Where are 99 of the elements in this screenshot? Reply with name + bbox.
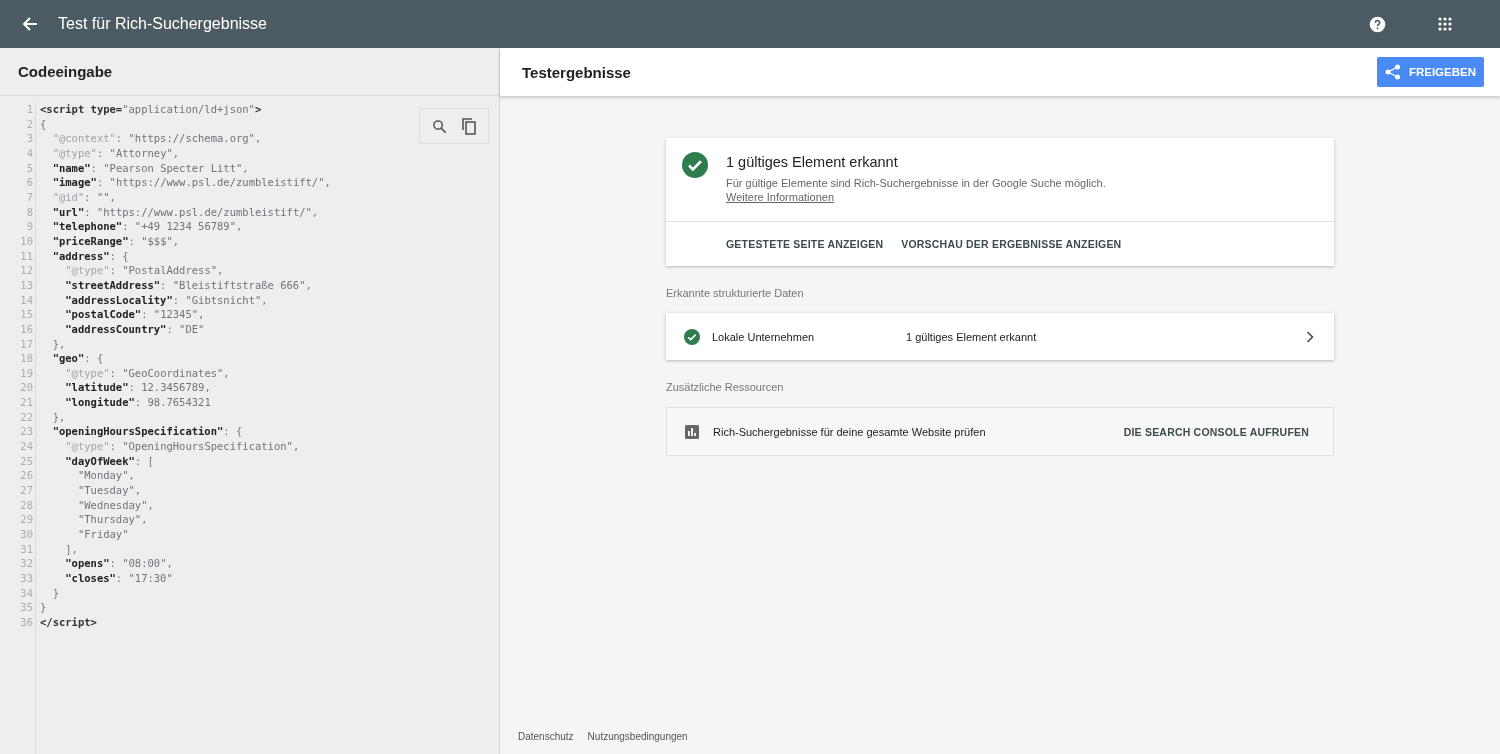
line-number: 24 bbox=[20, 439, 33, 454]
grid-icon bbox=[1438, 17, 1452, 31]
line-number: 1 bbox=[26, 102, 33, 117]
share-icon bbox=[1384, 64, 1401, 80]
code-line: ], bbox=[64, 541, 79, 557]
code-line: "openingHoursSpecification": { bbox=[51, 424, 244, 440]
line-number: 12 bbox=[20, 263, 33, 278]
line-number: 27 bbox=[20, 483, 33, 498]
detected-item-row[interactable]: Lokale Unternehmen 1 gültiges Element erkannt bbox=[666, 313, 1334, 360]
line-number: 16 bbox=[20, 321, 33, 337]
line-number: 21 bbox=[20, 395, 33, 410]
code-line: } bbox=[51, 585, 60, 601]
search-icon bbox=[431, 118, 447, 134]
line-number: 26 bbox=[20, 468, 33, 484]
check-circle-icon bbox=[682, 152, 708, 178]
line-number: 2 bbox=[26, 116, 33, 132]
line-number: 15 bbox=[20, 307, 33, 322]
code-line: "address": { bbox=[51, 248, 130, 264]
line-number: 33 bbox=[20, 571, 33, 586]
code-line: "addressCountry": "DE" bbox=[64, 321, 206, 337]
line-number: 30 bbox=[20, 527, 33, 542]
code-line: "@type": "GeoCoordinates", bbox=[64, 365, 231, 381]
line-number: 19 bbox=[20, 365, 33, 381]
code-line: "longitude": 98.7654321 bbox=[64, 395, 212, 410]
summary-title: 1 gültiges Element erkannt bbox=[726, 154, 899, 170]
code-line: "Friday" bbox=[76, 527, 130, 542]
code-line: "@type": "PostalAddress", bbox=[64, 263, 225, 278]
code-line: }, bbox=[51, 409, 67, 425]
line-number: 20 bbox=[20, 380, 33, 396]
code-line: "geo": { bbox=[51, 351, 105, 366]
bar-chart-icon bbox=[685, 424, 699, 439]
chevron-right-icon bbox=[1306, 330, 1314, 343]
code-line: "postalCode": "12345", bbox=[64, 307, 206, 322]
footer-link[interactable]: Datenschutz bbox=[518, 730, 574, 742]
line-number: 5 bbox=[26, 160, 33, 176]
line-number: 25 bbox=[20, 453, 33, 469]
resource-text: Rich-Suchergebnisse für deine gesamte Website prüfen bbox=[713, 425, 987, 438]
code-line: "@type": "Attorney", bbox=[51, 145, 181, 161]
summary-description: Für gültige Elemente sind Rich-Suchergebnisse in der Google Suche möglich. bbox=[726, 177, 1106, 189]
code-line: "priceRange": "$$$", bbox=[51, 233, 181, 249]
code-line: "streetAddress": "Bleistiftstraße 666", bbox=[64, 277, 313, 293]
footer-link[interactable]: Nutzungsbedingungen bbox=[587, 730, 688, 742]
line-number: 34 bbox=[20, 585, 33, 601]
code-line: "@context": "https://schema.org", bbox=[51, 131, 263, 146]
line-number: 23 bbox=[20, 424, 33, 440]
line-number: 29 bbox=[20, 512, 33, 528]
code-line: "Tuesday", bbox=[76, 483, 143, 498]
page-title: Test für Rich-Suchergebnisse bbox=[58, 15, 268, 33]
code-line: "@type": "OpeningHoursSpecification", bbox=[64, 439, 301, 454]
line-number: 18 bbox=[20, 351, 33, 366]
code-line: "opens": "08:00", bbox=[64, 556, 174, 571]
code-line: "dayOfWeek": [ bbox=[64, 453, 155, 469]
code-line: <script type="application/ld+json"> bbox=[40, 102, 263, 117]
help-icon bbox=[1369, 15, 1386, 33]
line-number: 22 bbox=[20, 409, 33, 425]
line-number: 8 bbox=[26, 204, 33, 220]
code-line: }, bbox=[51, 336, 67, 352]
code-line: </script> bbox=[40, 614, 98, 630]
code-line: "Wednesday", bbox=[76, 497, 155, 513]
line-number: 28 bbox=[20, 497, 33, 513]
line-number: 13 bbox=[20, 277, 33, 293]
action-button[interactable]: VORSCHAU DER ERGEBNISSE ANZEIGEN bbox=[895, 230, 1128, 258]
line-number: 10 bbox=[20, 233, 33, 249]
line-number: 35 bbox=[20, 600, 33, 615]
line-number: 6 bbox=[26, 175, 33, 190]
code-line: "Monday", bbox=[76, 468, 136, 484]
search-console-button[interactable]: DIE SEARCH CONSOLE AUFRUFEN bbox=[1117, 417, 1315, 446]
section-heading: Erkannte strukturierte Daten bbox=[666, 287, 805, 299]
code-line: "addressLocality": "Gibtsnicht", bbox=[64, 292, 269, 308]
action-button[interactable]: GETESTETE SEITE ANZEIGEN bbox=[720, 230, 890, 258]
check-circle-icon bbox=[684, 328, 700, 345]
line-number: 4 bbox=[26, 145, 33, 161]
code-line: { bbox=[40, 116, 48, 132]
code-line: "telephone": "+49 1234 56789", bbox=[51, 219, 244, 234]
panel-title: Testergebnisse bbox=[522, 63, 631, 81]
code-line: "closes": "17:30" bbox=[64, 571, 174, 586]
code-line: "latitude": 12.3456789, bbox=[64, 380, 212, 396]
line-number: 17 bbox=[20, 336, 33, 352]
line-number: 3 bbox=[26, 131, 33, 146]
code-line: "name": "Pearson Specter Litt", bbox=[51, 160, 250, 176]
code-line: "url": "https://www.psl.de/zumbleistift/", bbox=[51, 204, 320, 220]
code-line: } bbox=[40, 600, 48, 615]
line-number: 9 bbox=[26, 219, 33, 234]
item-name: Lokale Unternehmen bbox=[712, 330, 816, 343]
panel-title: Codeeingabe bbox=[18, 63, 113, 80]
back-arrow-icon bbox=[22, 16, 38, 32]
section-heading: Zusätzliche Ressourcen bbox=[666, 381, 785, 393]
more-info-link[interactable]: Weitere Informationen bbox=[726, 191, 835, 203]
item-status: 1 gültiges Element erkannt bbox=[906, 330, 1038, 343]
line-number: 14 bbox=[20, 292, 33, 308]
code-line: "Thursday", bbox=[76, 512, 149, 528]
line-number: 7 bbox=[26, 189, 33, 205]
line-number: 36 bbox=[20, 614, 33, 630]
line-number: 11 bbox=[20, 248, 33, 264]
code-line: "image": "https://www.psl.de/zumbleistift/", bbox=[51, 175, 331, 190]
line-number: 32 bbox=[20, 556, 33, 571]
line-number: 31 bbox=[20, 541, 33, 557]
copy-icon bbox=[460, 117, 477, 135]
code-line: "@id": "", bbox=[51, 189, 117, 205]
